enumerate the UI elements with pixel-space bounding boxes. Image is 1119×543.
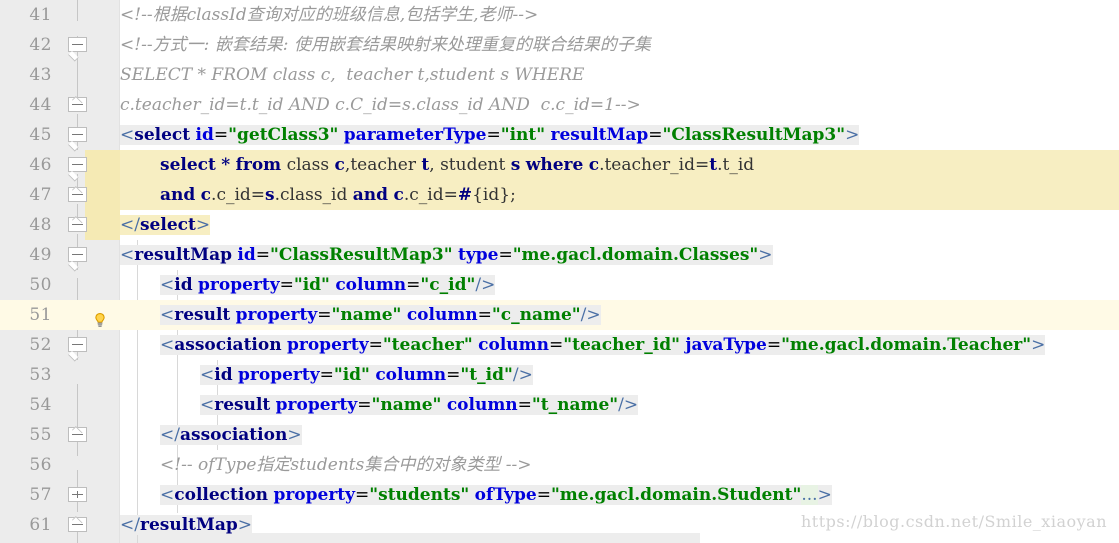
code-editor[interactable]: 41 <!--根据classId查询对应的班级信息,包括学生,老师--> 42 <!-… [0, 0, 1119, 543]
editor-line[interactable]: 53 <id property="id" column="t_id"/> [0, 360, 1119, 390]
editor-line[interactable]: 50 <id property="id" column="c_id"/> [0, 270, 1119, 300]
code-text[interactable]: <resultMap id="ClassResultMap3" type="me… [120, 240, 773, 270]
editor-line[interactable]: 46 select * from class c,teacher t, stude… [0, 150, 1119, 180]
editor-line[interactable]: 44 c.teacher_id=t.t_id AND c.C_id=s.class… [0, 90, 1119, 120]
line-number: 50 [29, 275, 52, 295]
line-number: 45 [29, 125, 52, 145]
line-number: 42 [29, 35, 52, 55]
fold-minus-icon[interactable] [68, 247, 87, 262]
code-text[interactable]: c.teacher_id=t.t_id AND c.C_id=s.class_i… [120, 90, 641, 120]
fold-plus-icon[interactable] [68, 487, 87, 502]
editor-line[interactable]: 54 <result property="name" column="t_name… [0, 390, 1119, 420]
editor-line[interactable]: 45 <select id="getClass3" parameterType="… [0, 120, 1119, 150]
code-text[interactable]: <collection property="students" ofType="… [160, 480, 832, 510]
line-number: 56 [29, 455, 52, 475]
code-text[interactable]: </association> [160, 420, 302, 450]
line-number: 46 [29, 155, 52, 175]
code-text[interactable]: <select id="getClass3" parameterType="in… [120, 120, 860, 150]
lightbulb-icon[interactable] [92, 308, 108, 327]
editor-line[interactable]: 57 <collection property="students" ofType… [0, 480, 1119, 510]
line-number: 48 [29, 215, 52, 235]
fold-minus-icon[interactable] [68, 127, 87, 142]
line-number: 47 [29, 185, 52, 205]
code-text[interactable]: <!--方式一: 嵌套结果: 使用嵌套结果映射来处理重复的联合结果的子集 [120, 30, 651, 60]
line-number: 52 [29, 335, 52, 355]
line-number: 51 [29, 305, 52, 325]
fold-minus-icon[interactable] [68, 217, 87, 232]
code-text[interactable]: <!-- ofType指定students集合中的对象类型 --> [160, 450, 531, 480]
fold-minus-icon[interactable] [68, 157, 87, 172]
code-text[interactable]: and c.c_id=s.class_id and c.c_id=#{id}; [160, 180, 516, 210]
code-text[interactable]: <id property="id" column="c_id"/> [160, 270, 496, 300]
code-text[interactable]: SELECT * FROM class c, teacher t,student… [120, 60, 584, 90]
fold-minus-icon[interactable] [68, 337, 87, 352]
code-text[interactable]: select * from class c,teacher t, student… [160, 150, 755, 180]
line-number: 55 [29, 425, 52, 445]
editor-line[interactable]: 51 <result property="name" column="c_name… [0, 300, 1119, 330]
line-number: 57 [29, 485, 52, 505]
code-text[interactable]: <!--根据classId查询对应的班级信息,包括学生,老师--> [120, 0, 538, 30]
line-number: 54 [29, 395, 52, 415]
editor-lines[interactable]: 41 <!--根据classId查询对应的班级信息,包括学生,老师--> 42 <!-… [0, 0, 1119, 540]
line-number: 41 [29, 5, 52, 25]
code-text[interactable]: </resultMap> [120, 510, 252, 540]
code-text[interactable]: <id property="id" column="t_id"/> [200, 360, 533, 390]
editor-line[interactable]: 52 <association property="teacher" column… [0, 330, 1119, 360]
fold-minus-icon[interactable] [68, 187, 87, 202]
editor-line[interactable]: 42 <!--方式一: 嵌套结果: 使用嵌套结果映射来处理重复的联合结果的子集 [0, 30, 1119, 60]
fold-minus-icon[interactable] [68, 37, 87, 52]
editor-line[interactable]: 48 </select> [0, 210, 1119, 240]
line-number: 49 [29, 245, 52, 265]
editor-line[interactable]: 49 <resultMap id="ClassResultMap3" type="… [0, 240, 1119, 270]
code-text[interactable]: <result property="name" column="c_name"/… [160, 300, 601, 330]
editor-line[interactable]: 43 SELECT * FROM class c, teacher t,stude… [0, 60, 1119, 90]
editor-line[interactable]: 55 </association> [0, 420, 1119, 450]
fold-minus-icon[interactable] [68, 517, 87, 532]
fold-minus-icon[interactable] [68, 97, 87, 112]
editor-line[interactable]: 41 <!--根据classId查询对应的班级信息,包括学生,老师--> [0, 0, 1119, 30]
line-number: 53 [29, 365, 52, 385]
code-text[interactable]: <result property="name" column="t_name"/… [200, 390, 639, 420]
watermark-url: https://blog.csdn.net/Smile_xiaoyan [800, 512, 1107, 531]
fold-minus-icon[interactable] [68, 427, 87, 442]
line-number: 61 [29, 515, 52, 535]
line-number: 43 [29, 65, 52, 85]
code-text[interactable]: </select> [120, 210, 211, 240]
line-number: 44 [29, 95, 52, 115]
editor-line[interactable]: 56 <!-- ofType指定students集合中的对象类型 --> [0, 450, 1119, 480]
code-text[interactable]: <association property="teacher" column="… [160, 330, 1046, 360]
editor-line[interactable]: 47 and c.c_id=s.class_id and c.c_id=#{id}… [0, 180, 1119, 210]
